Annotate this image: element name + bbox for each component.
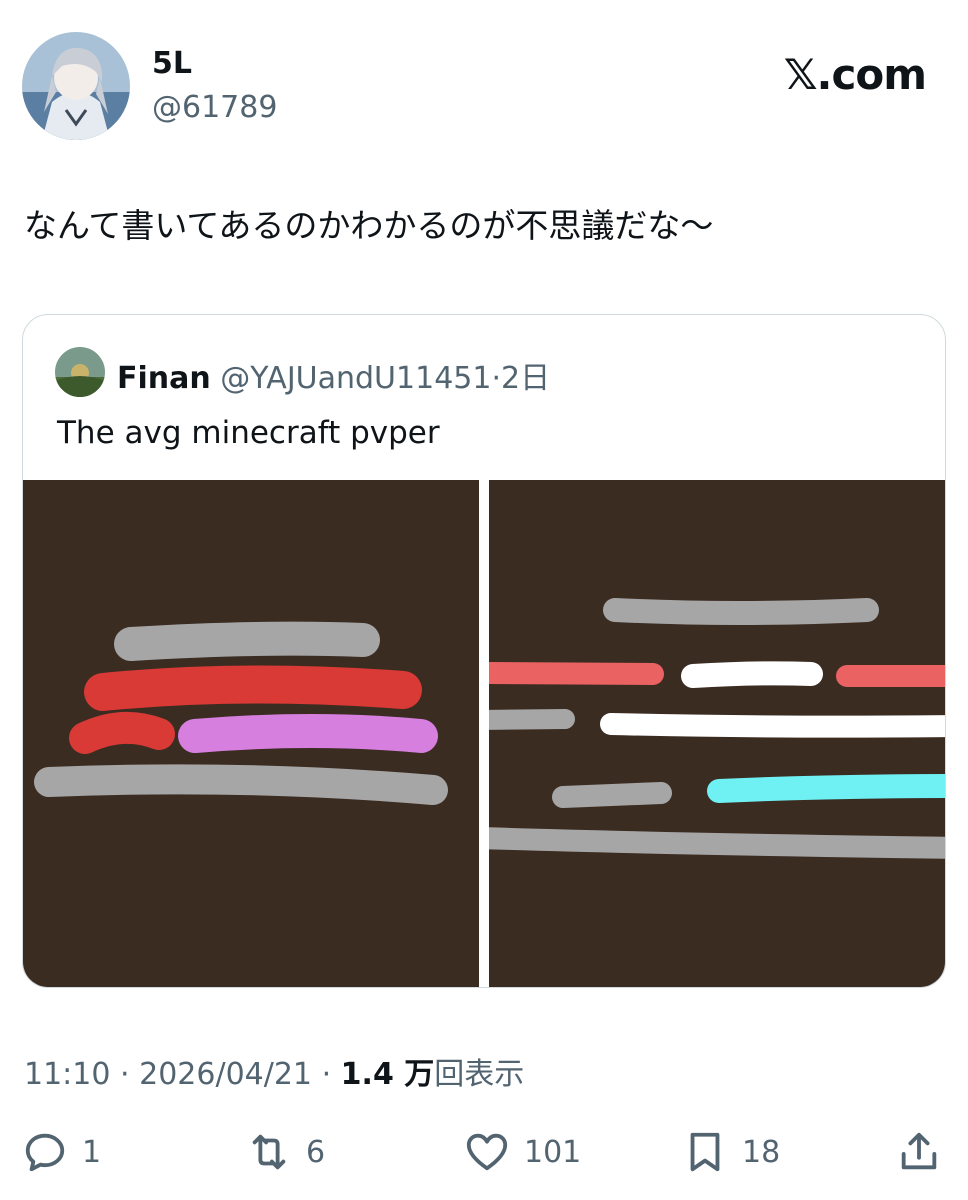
bookmark-count: 18 bbox=[742, 1134, 781, 1170]
author-handle[interactable]: @61789 bbox=[152, 90, 277, 125]
quoted-tweet-card[interactable]: Finan @YAJUandU11451·2日 The avg minecraf… bbox=[22, 314, 946, 988]
x-brand-logo: 𝕏.com bbox=[783, 50, 927, 99]
retweet-icon bbox=[252, 1134, 286, 1170]
quote-header: Finan @YAJUandU11451·2日 bbox=[117, 353, 550, 397]
author-display-name[interactable]: 5L bbox=[152, 46, 192, 81]
quote-author-avatar bbox=[55, 347, 105, 397]
scribble-lines-image-left bbox=[34, 621, 448, 805]
view-count: 1.4 万 bbox=[340, 1057, 435, 1092]
quote-media[interactable] bbox=[23, 480, 945, 987]
landscape-avatar-image bbox=[55, 347, 105, 397]
reply-button[interactable]: 1 bbox=[22, 1122, 101, 1182]
quote-handle[interactable]: @YAJUandU11451 bbox=[220, 361, 491, 396]
reply-icon bbox=[25, 1133, 65, 1172]
author-avatar[interactable] bbox=[22, 32, 130, 140]
scribble-lines-image-right bbox=[489, 598, 945, 859]
heart-icon bbox=[466, 1133, 508, 1171]
share-icon bbox=[901, 1132, 937, 1170]
media-image-left[interactable] bbox=[23, 480, 479, 987]
anime-avatar-image bbox=[22, 32, 130, 140]
like-count: 101 bbox=[524, 1134, 582, 1170]
media-image-right[interactable] bbox=[489, 480, 945, 987]
bookmark-icon bbox=[690, 1132, 720, 1172]
view-count-label: 回表示 bbox=[434, 1057, 525, 1092]
share-button[interactable] bbox=[896, 1122, 942, 1182]
quote-text: The avg minecraft pvper bbox=[57, 415, 440, 451]
retweet-count: 6 bbox=[306, 1134, 326, 1170]
quote-display-name[interactable]: Finan bbox=[117, 361, 211, 396]
quote-age[interactable]: 2日 bbox=[501, 361, 550, 396]
action-bar: 1 6 101 18 bbox=[0, 1122, 968, 1182]
reply-count: 1 bbox=[82, 1134, 102, 1170]
tweet-time[interactable]: 11:10 bbox=[24, 1057, 110, 1092]
tweet-meta: 11:10 · 2026/04/21 · 1.4 万回表示 bbox=[24, 1049, 524, 1093]
retweet-button[interactable]: 6 bbox=[246, 1122, 325, 1182]
meta-separator: · bbox=[321, 1057, 332, 1092]
meta-separator: · bbox=[120, 1057, 130, 1092]
quote-separator: · bbox=[491, 361, 502, 396]
tweet-text: なんて書いてあるのかわかるのが不思議だな〜 bbox=[24, 206, 714, 245]
like-button[interactable]: 101 bbox=[464, 1122, 581, 1182]
tweet-date[interactable]: 2026/04/21 bbox=[139, 1057, 312, 1092]
bookmark-button[interactable]: 18 bbox=[682, 1122, 780, 1182]
